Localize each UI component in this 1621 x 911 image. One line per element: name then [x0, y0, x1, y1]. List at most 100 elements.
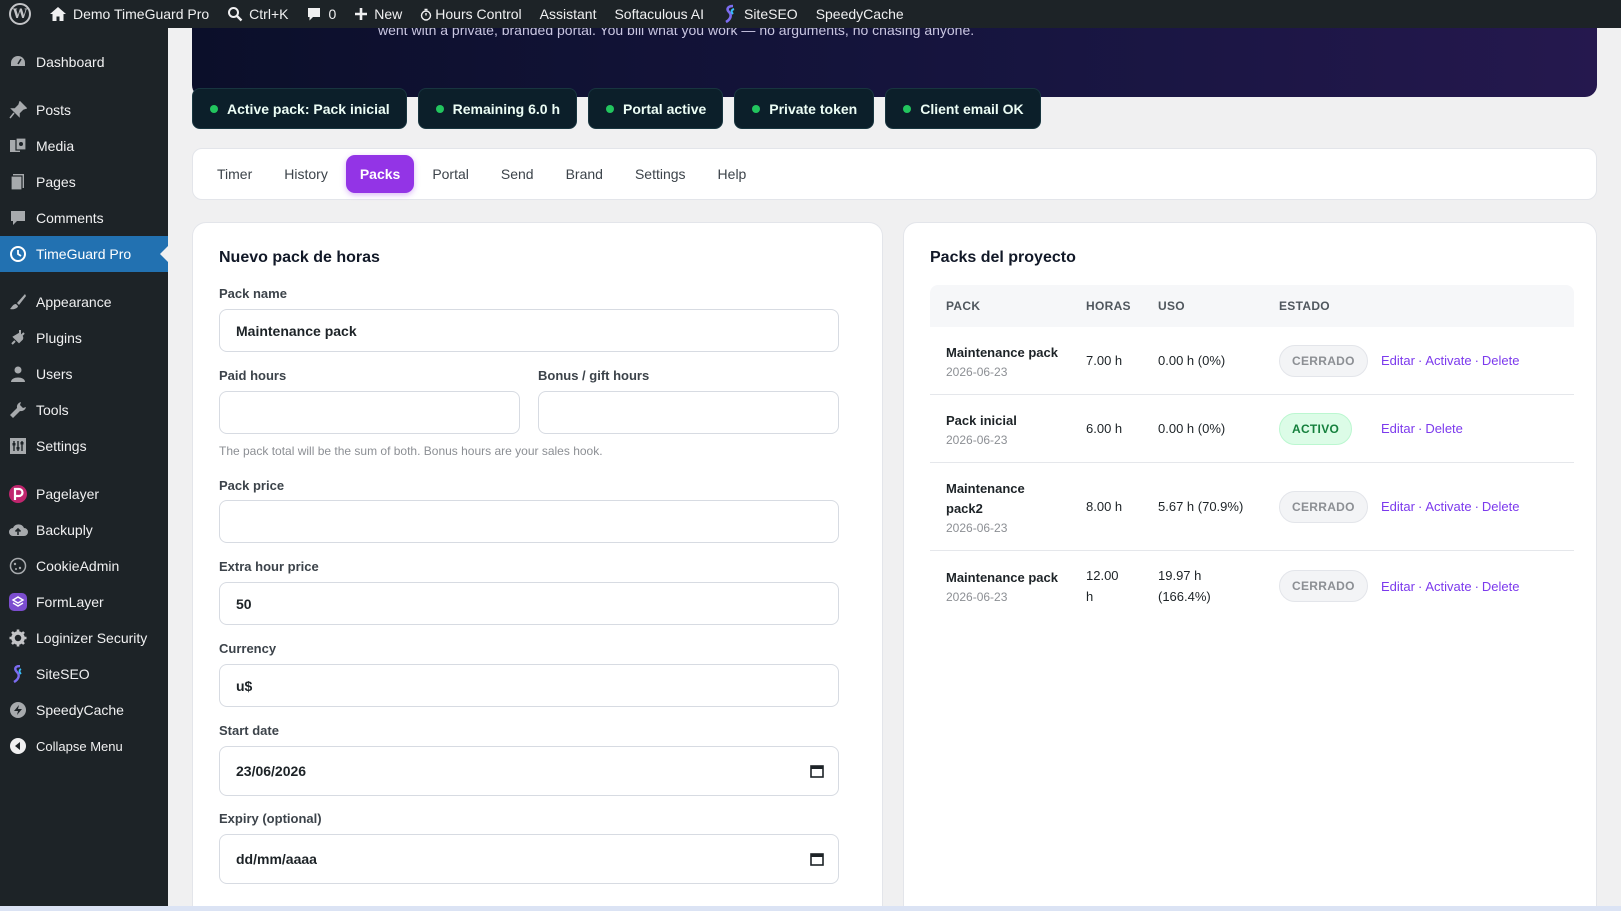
sidebar-item-tools[interactable]: Tools [0, 392, 168, 428]
hours-control-label: Hours Control [435, 6, 522, 22]
table-row: Maintenance pack 2026-06-23 12.00 h 19.97… [930, 551, 1574, 621]
activate-link[interactable]: Activate [1425, 353, 1471, 368]
packs-table: PACK HORAS USO ESTADO Maintenance pack 20… [930, 285, 1574, 621]
assistant-link[interactable]: Assistant [531, 0, 606, 28]
pack-usage: 19.97 h (166.4%) [1150, 565, 1271, 607]
sidebar-item-label: Pages [36, 174, 76, 190]
pack-price-label: Pack price [219, 478, 285, 493]
activate-link[interactable]: Activate [1425, 579, 1471, 594]
site-name-label: Demo TimeGuard Pro [73, 6, 210, 22]
col-header-uso: USO [1158, 299, 1185, 313]
comments-count: 0 [328, 6, 337, 22]
sidebar-item-cookieadmin[interactable]: CookieAdmin [0, 548, 168, 584]
edit-link[interactable]: Editar [1381, 353, 1415, 368]
sidebar-item-label: Users [36, 366, 73, 382]
expiry-date-input[interactable]: dd/mm/aaaa [219, 834, 839, 884]
edit-link[interactable]: Editar [1381, 499, 1415, 514]
dashboard-icon [8, 52, 28, 72]
status-chip-token: Private token [734, 88, 875, 129]
site-name-link[interactable]: Demo TimeGuard Pro [40, 0, 218, 28]
admin-sidebar: Dashboard Posts Media Pages Comments Tim… [0, 28, 168, 911]
tab-portal[interactable]: Portal [418, 155, 483, 193]
calendar-icon[interactable] [810, 852, 824, 866]
sidebar-item-appearance[interactable]: Appearance [0, 284, 168, 320]
siteseo-label: SiteSEO [743, 6, 798, 22]
row-actions: Editar · Activate · Delete [1381, 353, 1520, 368]
pack-usage: 5.67 h (70.9%) [1158, 499, 1244, 514]
calendar-icon[interactable] [810, 764, 824, 778]
collapse-menu-button[interactable]: Collapse Menu [0, 728, 168, 764]
bonus-hours-input[interactable] [538, 391, 839, 434]
speedycache-label: SpeedyCache [815, 6, 904, 22]
pack-name: Pack inicial [946, 412, 1017, 428]
pack-name: Maintenance pack2 [946, 480, 1025, 516]
status-badge: CERRADO [1279, 570, 1368, 602]
tab-brand[interactable]: Brand [552, 155, 617, 193]
gear-icon [8, 628, 28, 648]
sidebar-item-backuply[interactable]: Backuply [0, 512, 168, 548]
sidebar-item-formlayer[interactable]: FormLayer [0, 584, 168, 620]
wordpress-logo-menu[interactable]: W [0, 0, 40, 28]
brush-icon [8, 292, 28, 312]
siteseo-icon [725, 4, 735, 24]
sidebar-item-media[interactable]: Media [0, 128, 168, 164]
sidebar-item-posts[interactable]: Posts [0, 92, 168, 128]
sidebar-item-timeguard-pro[interactable]: TimeGuard Pro [0, 236, 168, 272]
sidebar-item-plugins[interactable]: Plugins [0, 320, 168, 356]
sidebar-item-users[interactable]: Users [0, 356, 168, 392]
delete-link[interactable]: Delete [1425, 421, 1463, 436]
softaculous-label: Softaculous AI [614, 6, 704, 22]
start-date-input[interactable]: 23/06/2026 [219, 746, 839, 796]
tab-settings[interactable]: Settings [621, 155, 700, 193]
sidebar-item-comments[interactable]: Comments [0, 200, 168, 236]
hero-text: went with a private, branded portal. You… [378, 28, 975, 38]
settings-icon [8, 436, 28, 456]
search-shortcut[interactable]: Ctrl+K [218, 0, 297, 28]
tab-timer[interactable]: Timer [203, 155, 266, 193]
paid-hours-input[interactable] [219, 391, 520, 434]
sidebar-item-label: FormLayer [36, 594, 104, 610]
status-dot-icon [435, 104, 444, 113]
formlayer-icon [8, 592, 28, 612]
pack-name-value: Maintenance pack [236, 322, 357, 339]
tab-send[interactable]: Send [487, 155, 548, 193]
col-header-horas: HORAS [1086, 299, 1131, 313]
sidebar-item-speedycache[interactable]: SpeedyCache [0, 692, 168, 728]
packs-table-header: PACK HORAS USO ESTADO [930, 285, 1574, 327]
sidebar-item-settings[interactable]: Settings [0, 428, 168, 464]
edit-link[interactable]: Editar [1381, 579, 1415, 594]
pack-name-input[interactable]: Maintenance pack [219, 309, 839, 352]
sidebar-item-pages[interactable]: Pages [0, 164, 168, 200]
currency-input[interactable]: u$ [219, 664, 839, 707]
tab-history[interactable]: History [270, 155, 342, 193]
pack-price-input[interactable] [219, 500, 839, 543]
delete-link[interactable]: Delete [1482, 499, 1520, 514]
new-content-menu[interactable]: New [345, 0, 411, 28]
pack-name: Maintenance pack [946, 570, 1058, 585]
project-packs-card: Packs del proyecto PACK HORAS USO ESTADO… [903, 222, 1597, 911]
table-row: Maintenance pack 2026-06-23 7.00 h 0.00 h… [930, 327, 1574, 395]
speedycache-link[interactable]: SpeedyCache [807, 0, 913, 28]
stopwatch-icon [421, 8, 432, 21]
hours-control-link[interactable]: Hours Control [411, 0, 530, 28]
cloud-upload-icon [8, 520, 28, 540]
speedycache-icon [8, 700, 28, 720]
delete-link[interactable]: Delete [1482, 579, 1520, 594]
sidebar-item-loginizer-security[interactable]: Loginizer Security [0, 620, 168, 656]
col-header-pack: PACK [946, 299, 981, 313]
softaculous-link[interactable]: Softaculous AI [605, 0, 713, 28]
new-label: New [374, 6, 403, 22]
tab-packs[interactable]: Packs [345, 155, 415, 193]
comments-link[interactable]: 0 [297, 0, 345, 28]
edit-link[interactable]: Editar [1381, 421, 1415, 436]
extra-hour-price-input[interactable]: 50 [219, 582, 839, 625]
delete-link[interactable]: Delete [1482, 353, 1520, 368]
siteseo-link[interactable]: SiteSEO [713, 0, 807, 28]
activate-link[interactable]: Activate [1425, 499, 1471, 514]
pack-hours: 6.00 h [1086, 421, 1123, 436]
sidebar-item-pagelayer[interactable]: Pagelayer [0, 476, 168, 512]
sidebar-item-dashboard[interactable]: Dashboard [0, 44, 168, 80]
tab-help[interactable]: Help [704, 155, 761, 193]
sidebar-item-label: Comments [36, 210, 104, 226]
sidebar-item-siteseo[interactable]: SiteSEO [0, 656, 168, 692]
